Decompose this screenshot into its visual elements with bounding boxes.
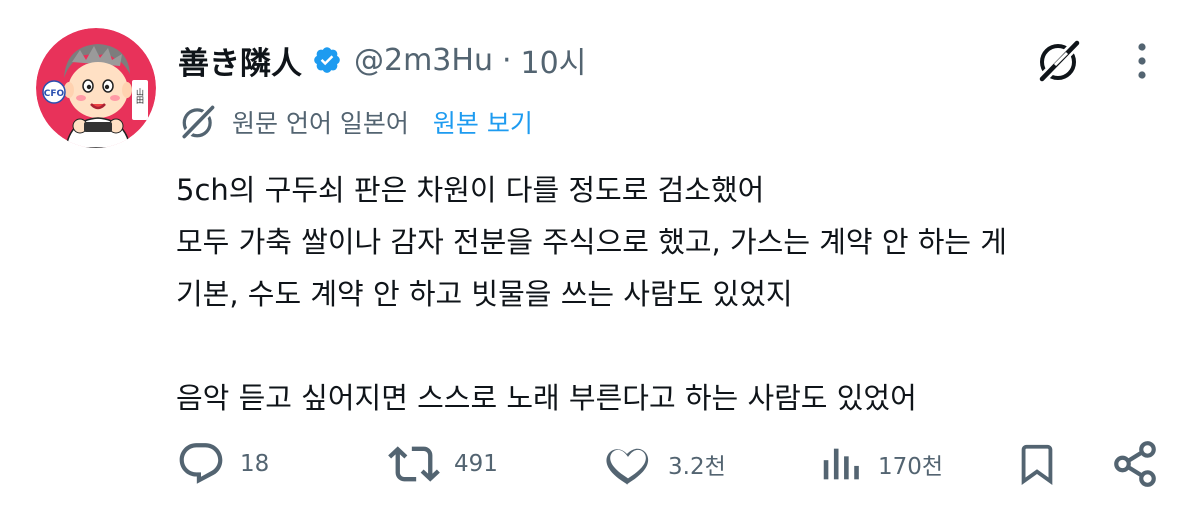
retweet-icon <box>388 446 440 482</box>
views-button[interactable]: 170천 <box>818 436 943 492</box>
show-original-link[interactable]: 원본 보기 <box>433 104 533 140</box>
translated-from-label: 원문 언어 일본어 <box>232 109 409 138</box>
reply-count: 18 <box>240 451 270 477</box>
reply-button[interactable]: 18 <box>176 436 269 492</box>
bookmark-button[interactable] <box>1014 436 1060 492</box>
avatar-illustration: CFO 山田 <box>36 28 156 148</box>
tweet-text-line: 모두 가축 쌀이나 감자 전분을 주식으로 했고, 가스는 계약 안 하는 게 <box>176 225 1007 259</box>
retweet-button[interactable]: 491 <box>388 436 498 492</box>
more-dots-icon <box>1138 43 1146 79</box>
tweet-header: 善き隣人 @2m3Hu · 10시 <box>178 34 586 86</box>
meta-separator: · <box>501 42 512 78</box>
like-count: 3.2천 <box>668 454 726 480</box>
tweet-time[interactable]: 10시 <box>521 38 587 82</box>
more-options-button[interactable] <box>1124 30 1160 92</box>
translation-notice: 원문 언어 일본어 원본 보기 <box>176 100 533 144</box>
heart-icon <box>606 448 649 485</box>
views-count: 170천 <box>878 454 944 480</box>
like-button[interactable]: 3.2천 <box>602 436 726 492</box>
share-icon <box>1114 441 1156 487</box>
verified-badge-icon[interactable] <box>312 45 342 75</box>
tweet-text-line: 음악 듣고 싶어지면 스스로 노래 부른다고 하는 사람도 있었어 <box>176 381 917 415</box>
tweet-text: 5ch의 구두쇠 판은 차원이 다를 정도로 검소했어 모두 가축 쌀이나 감자… <box>176 164 1176 424</box>
tweet-text-blank-line <box>176 320 1176 372</box>
grok-button[interactable] <box>1028 30 1090 92</box>
grok-icon <box>1037 38 1082 84</box>
avatar[interactable]: CFO 山田 <box>36 28 156 148</box>
display-name[interactable]: 善き隣人 <box>178 38 302 83</box>
retweet-count: 491 <box>454 451 498 477</box>
views-icon <box>823 448 859 480</box>
tweet-text-line: 기본, 수도 계약 안 하고 빗물을 쓰는 사람도 있었지 <box>176 277 793 311</box>
avatar-name-tag: 山田 <box>136 87 145 105</box>
reply-icon <box>179 443 223 484</box>
tweet-text-line: 5ch의 구두쇠 판은 차원이 다를 정도로 검소했어 <box>176 173 765 207</box>
grok-translate-icon <box>176 100 220 144</box>
bookmark-icon <box>1021 444 1053 485</box>
tweet-action-bar: 18 491 3.2천 170천 <box>0 436 1200 492</box>
share-button[interactable] <box>1110 436 1160 492</box>
avatar-badge-text: CFO <box>44 89 65 99</box>
tweet-card: CFO 山田 善き隣人 @2m3Hu · 10시 원문 언어 일본어 원본 보기… <box>0 0 1200 528</box>
user-handle[interactable]: @2m3Hu <box>354 43 493 78</box>
